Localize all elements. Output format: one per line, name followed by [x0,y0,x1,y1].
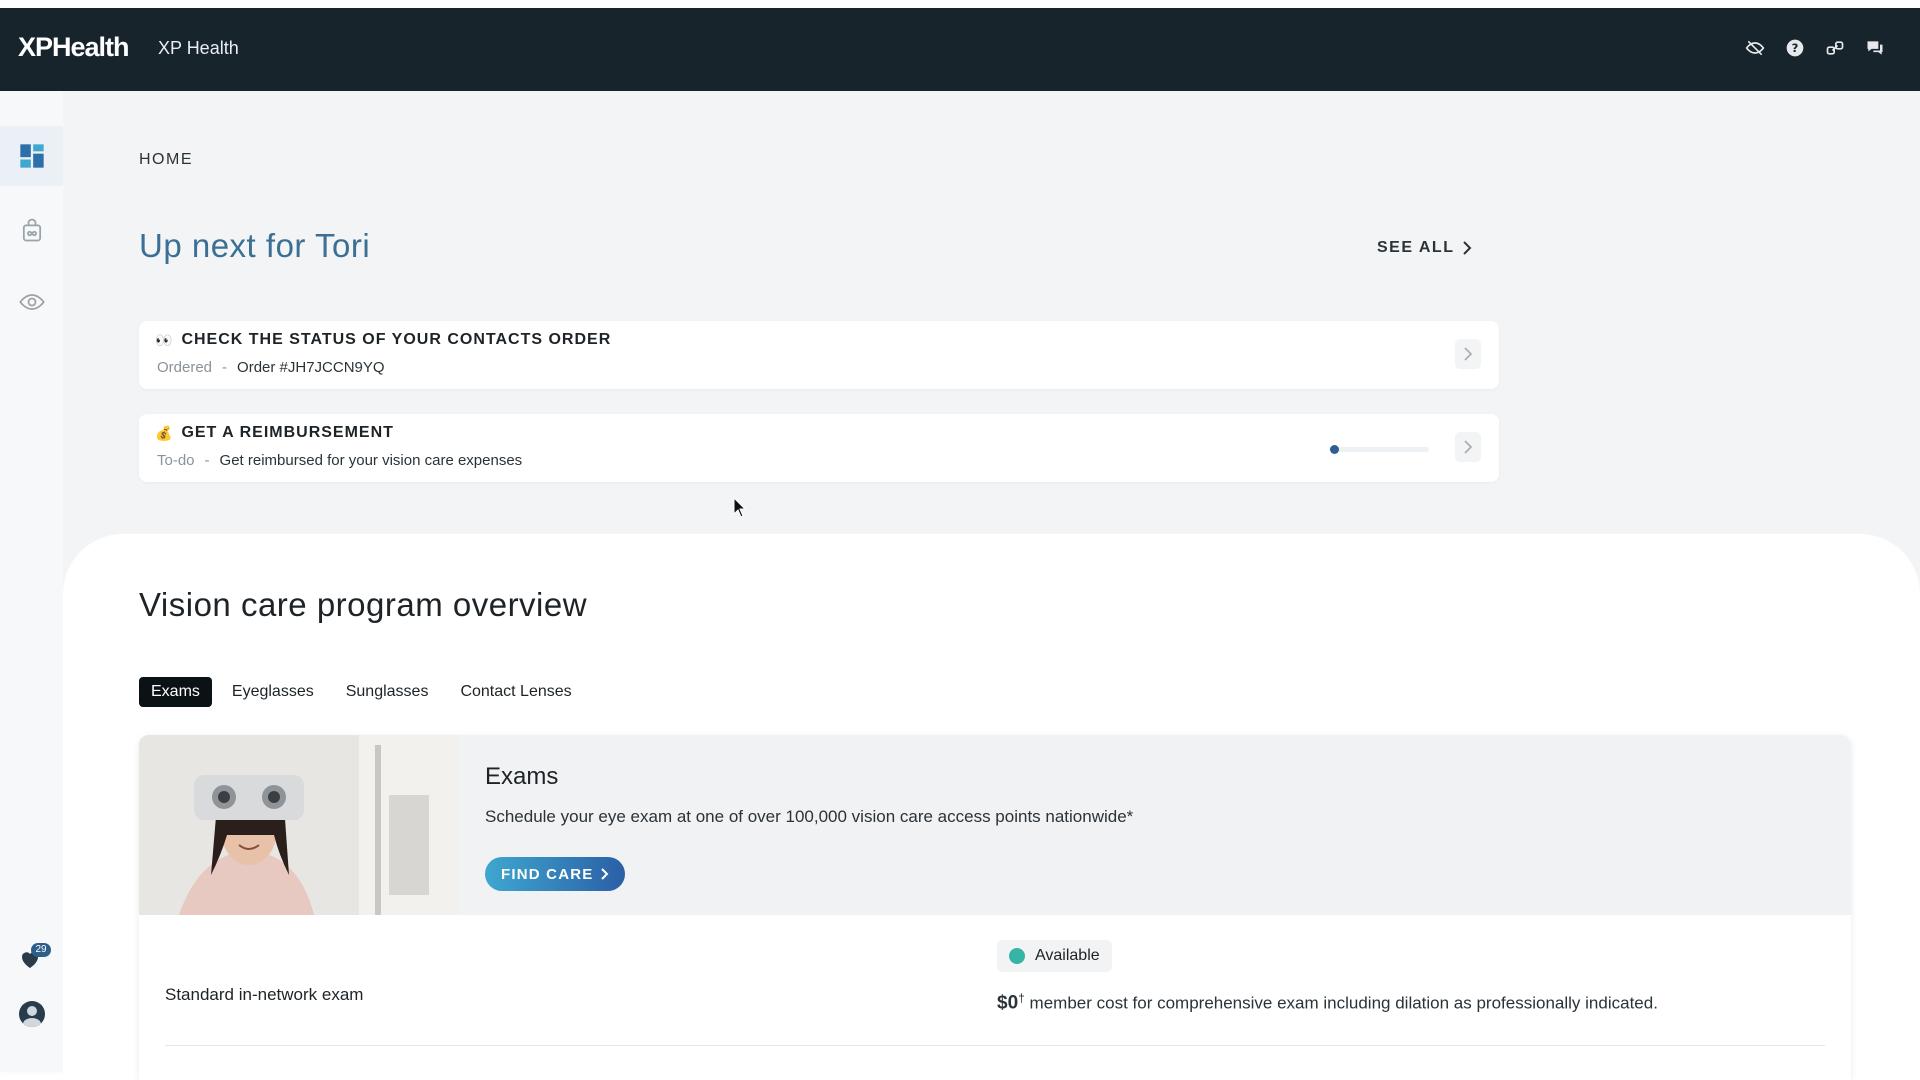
task-title-text: CHECK THE STATUS OF YOUR CONTACTS ORDER [181,331,612,348]
price-footnote-mark: † [1018,991,1025,1005]
avatar-icon [23,1006,41,1027]
available-dot-icon [1009,948,1025,964]
eye-slash-icon[interactable] [1744,37,1766,59]
chevron-right-icon [1464,440,1472,454]
chevron-right-icon [601,868,609,880]
sidebar-item-dashboard[interactable] [0,126,63,186]
vision-overview-section: Vision care program overview Exams Eyegl… [63,534,1920,1080]
price: $0 [997,992,1019,1014]
favorites-button[interactable]: 29 [18,943,51,976]
sidebar-item-vision[interactable] [0,272,63,332]
svg-text:?: ? [1792,41,1799,55]
divider [165,1045,1825,1046]
top-bar: XPHealth XP Health ? [0,8,1920,91]
sidebar: 29 [0,91,64,1072]
shopping-bag-icon [22,218,41,242]
task-title-text: GET A REIMBURSEMENT [181,424,394,441]
see-all-link[interactable]: SEE ALL [1377,239,1472,257]
status-text: Available [1035,947,1100,964]
task-title: 💰 GET A REIMBURSEMENT [155,424,394,442]
benefit-row-label: Standard in-network exam [165,985,364,1004]
find-care-button[interactable]: FIND CARE [485,857,626,891]
task-title: 👀 CHECK THE STATUS OF YOUR CONTACTS ORDE… [155,331,611,349]
task-separator: - [222,359,228,376]
benefit-card-exams: Exams Schedule your eye exam at one of o… [139,735,1851,1080]
task-card-contacts-order[interactable]: 👀 CHECK THE STATUS OF YOUR CONTACTS ORDE… [139,321,1499,389]
avatar[interactable] [19,1001,45,1027]
task-separator: - [204,452,210,469]
tab-eyeglasses[interactable]: Eyeglasses [220,677,326,707]
chevron-right-icon [1464,347,1472,361]
task-description: Get reimbursed for your vision care expe… [219,452,523,469]
task-status: To-do [157,452,195,469]
see-all-label: SEE ALL [1377,239,1455,256]
tab-exams[interactable]: Exams [139,677,212,707]
tab-sunglasses[interactable]: Sunglasses [334,677,441,707]
cost-text: member cost for comprehensive exam inclu… [1024,993,1658,1013]
help-icon[interactable]: ? [1784,37,1806,59]
benefit-title: Exams [485,763,559,790]
task-progress-bar [1329,445,1429,454]
find-care-label: FIND CARE [501,865,594,883]
notifications-badge: 29 [31,943,51,957]
dashboard-icon [19,144,44,168]
breadcrumb: HOME [139,151,193,168]
section-title: Vision care program overview [139,586,588,623]
sidebar-item-shop[interactable] [0,200,63,260]
task-progress-indicator [1330,445,1339,454]
chevron-right-icon [1463,241,1472,255]
eye-icon [18,294,45,310]
benefit-tabs: Exams Eyeglasses Sunglasses Contact Lens… [139,677,584,707]
task-card-reimbursement[interactable]: 💰 GET A REIMBURSEMENT To-do - Get reimbu… [139,414,1499,482]
money-bag-icon: 💰 [155,424,174,441]
task-open-button[interactable] [1455,339,1481,369]
benefit-cost: $0† member cost for comprehensive exam i… [997,991,1658,1015]
benefit-header: Exams Schedule your eye exam at one of o… [139,735,1851,915]
main-content: HOME Up next for Tori SEE ALL 👀 CHECK TH… [63,91,1920,1080]
task-subtitle: To-do - Get reimbursed for your vision c… [157,452,522,469]
chat-icon[interactable] [1864,37,1886,59]
logo[interactable]: XPHealth [18,32,130,63]
benefit-description: Schedule your eye exam at one of over 10… [485,807,1134,826]
task-status: Ordered [157,359,213,376]
top-icons: ? [1744,37,1886,59]
app-name: XP Health [158,38,239,58]
task-open-button[interactable] [1455,432,1481,462]
status-badge: Available [997,940,1112,972]
eye-exam-photo [139,735,459,915]
eyes-icon: 👀 [155,331,174,348]
tab-contact-lenses[interactable]: Contact Lenses [448,677,583,707]
mouse-cursor-icon [733,497,747,518]
task-description: Order #JH7JCCN9YQ [237,359,385,376]
task-subtitle: Ordered - Order #JH7JCCN9YQ [157,359,385,376]
page-title: Up next for Tori [139,227,371,264]
link-icon[interactable] [1824,37,1846,59]
